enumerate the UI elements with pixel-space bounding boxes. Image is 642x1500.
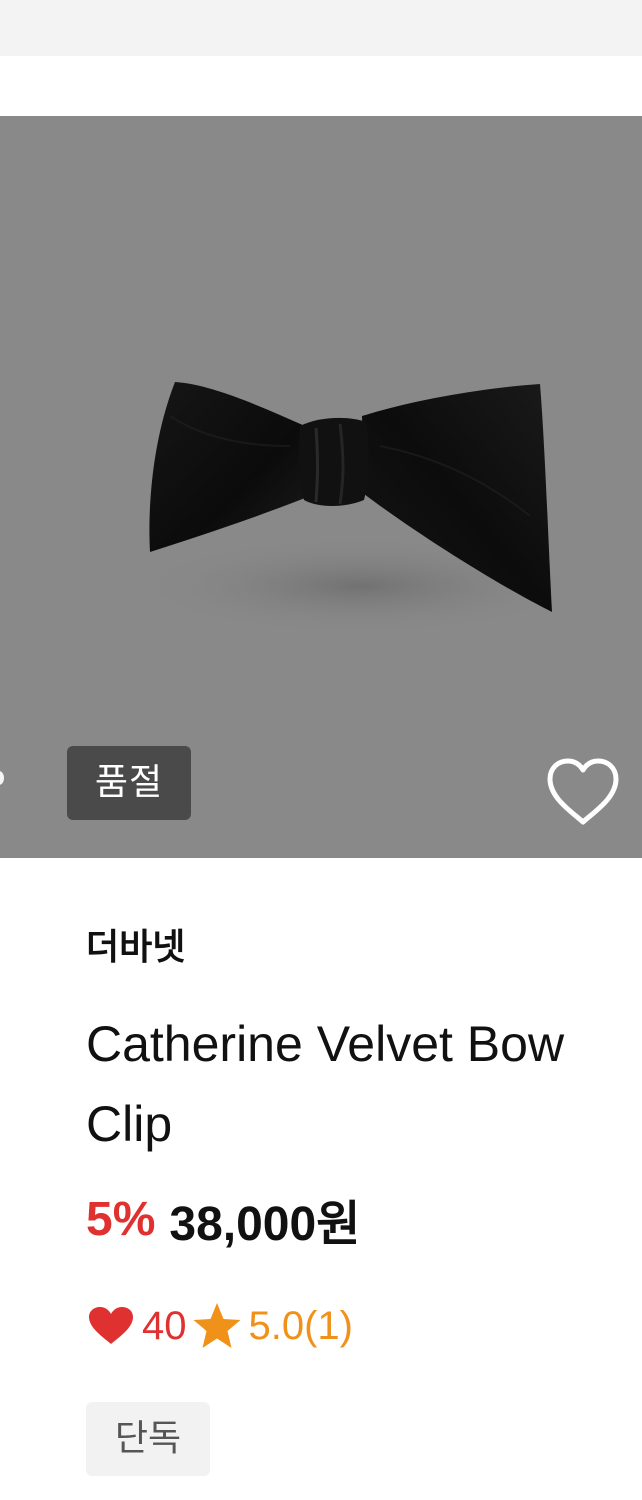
top-bar xyxy=(0,0,642,56)
heart-outline-icon xyxy=(547,758,619,825)
like-count: 40 xyxy=(142,1303,187,1348)
heart-filled-icon xyxy=(89,1307,133,1344)
price-row: 5% 38,000원 xyxy=(86,1184,360,1254)
brand-name[interactable]: 더바넷 xyxy=(86,918,185,978)
product-image[interactable]: 품절 xyxy=(0,116,642,858)
discount-rate: 5% xyxy=(86,1192,156,1246)
wishlist-button[interactable] xyxy=(542,754,624,830)
star-icon xyxy=(193,1303,240,1348)
exclusive-tag: 단독 xyxy=(86,1402,210,1476)
price: 38,000원 xyxy=(169,1198,361,1251)
product-name[interactable]: Catherine Velvet Bow Clip xyxy=(86,1004,606,1164)
rating: 5.0(1) xyxy=(248,1303,354,1348)
stats-row: 40 5.0(1) xyxy=(86,1294,353,1358)
soldout-badge: 품절 xyxy=(67,746,191,820)
